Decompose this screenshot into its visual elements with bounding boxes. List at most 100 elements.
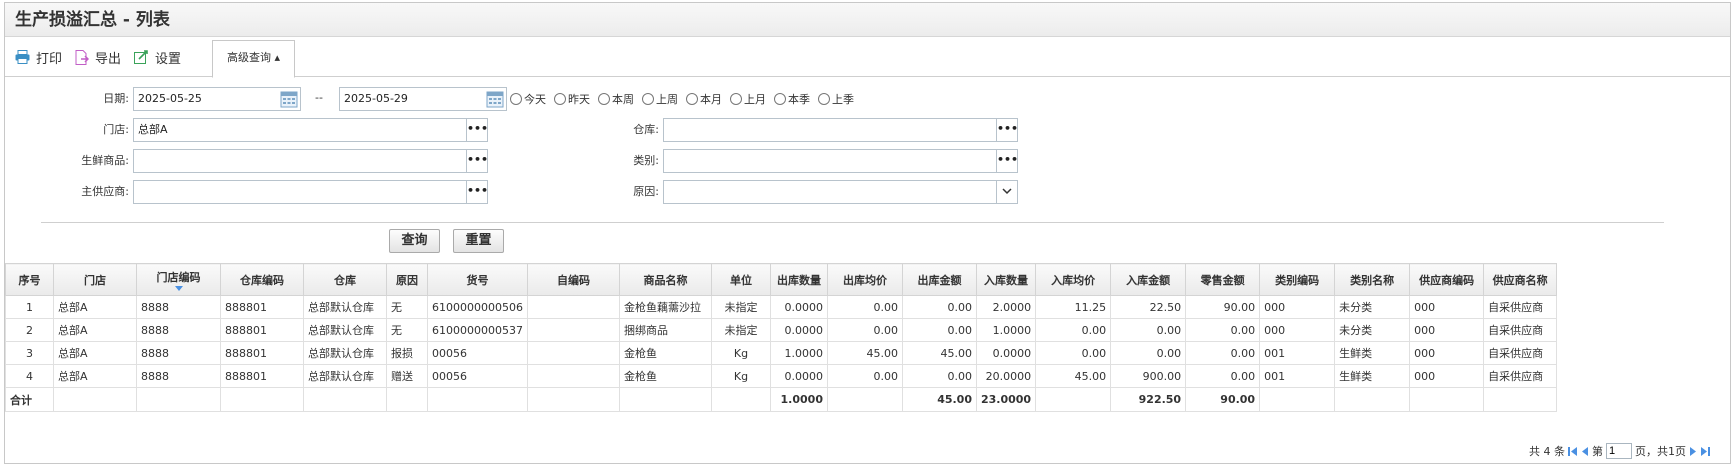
table-row[interactable]: 4 总部A 8888 888801 总部默认仓库 赠送 00056 金枪鱼 Kg 0.0000 0.… <box>5 364 1558 388</box>
page-prefix: 第 <box>1592 445 1603 458</box>
warehouse-field[interactable]: ••• <box>663 118 1018 142</box>
cell-in-avg-price: 0.00 <box>1035 341 1112 365</box>
printer-icon <box>15 50 30 64</box>
radio-today[interactable]: 今天 <box>510 91 546 107</box>
col-header[interactable]: 单位 <box>710 263 771 296</box>
settings-button[interactable]: 设置 <box>134 37 181 77</box>
col-header[interactable]: 出库均价 <box>826 263 903 296</box>
last-page-icon[interactable] <box>1701 446 1710 456</box>
cell-category-name: 生鲜类 <box>1334 341 1411 365</box>
col-header[interactable]: 自编码 <box>526 263 620 296</box>
col-header[interactable]: 序号 <box>5 263 54 296</box>
table-row[interactable]: 2 总部A 8888 888801 总部默认仓库无 6100000000537 捆绑商品 未指… <box>5 318 1558 342</box>
cell-out-avg-price: 45.00 <box>826 341 903 365</box>
cell-warehouse: 总部默认仓库 <box>303 295 387 319</box>
radio-yesterday[interactable]: 昨天 <box>554 91 590 107</box>
col-header[interactable]: 商品名称 <box>618 263 712 296</box>
reason-label: 原因: <box>633 185 659 198</box>
next-page-icon[interactable] <box>1689 446 1698 456</box>
table-row[interactable]: 1 总部A 8888 888801 总部默认仓库无 6100000000506 金枪鱼藕薷沙… <box>5 295 1558 319</box>
cell-store: 总部A <box>53 295 137 319</box>
cell-out-amount: 45.00 <box>901 341 977 365</box>
store-field[interactable]: 总部A ••• <box>133 118 488 142</box>
page-suffix: 页，共1页 <box>1635 445 1686 458</box>
total-cell: 922.50 <box>1110 387 1187 412</box>
total-cell <box>1483 387 1558 412</box>
cell-out-qty: 0.0000 <box>769 318 828 342</box>
main-window: 生产损溢汇总 - 列表 打印 导出 设置 高级查询 ▴ 日期: 2025-05-… <box>4 2 1731 464</box>
col-header[interactable]: 供应商编码 <box>1409 263 1485 296</box>
col-header[interactable]: 门店编码 <box>136 263 221 296</box>
cell-warehouse: 总部默认仓库 <box>303 318 387 342</box>
export-icon <box>75 49 89 65</box>
supplier-picker-button[interactable]: ••• <box>466 180 488 204</box>
radio-this-quarter[interactable]: 本季 <box>774 91 810 107</box>
col-header[interactable]: 供应商名称 <box>1483 263 1558 296</box>
cell-supplier-code: 000 <box>1409 364 1485 388</box>
category-picker-button[interactable]: ••• <box>996 149 1018 173</box>
warehouse-picker-button[interactable]: ••• <box>996 118 1018 142</box>
col-header[interactable]: 门店 <box>53 263 137 296</box>
col-header[interactable]: 出库数量 <box>769 263 828 296</box>
settings-icon <box>134 49 149 65</box>
cell-retail-amount: 0.00 <box>1185 318 1261 342</box>
radio-last-quarter[interactable]: 上季 <box>818 91 854 107</box>
cell-out-qty: 1.0000 <box>769 341 828 365</box>
page-number-input[interactable] <box>1606 443 1632 459</box>
first-page-icon[interactable] <box>1568 446 1577 456</box>
cell-supplier-code: 000 <box>1409 341 1485 365</box>
fresh-goods-field[interactable]: ••• <box>133 149 488 173</box>
col-header[interactable]: 入库均价 <box>1035 263 1112 296</box>
total-cell <box>220 387 304 412</box>
radio-this-week[interactable]: 本周 <box>598 91 634 107</box>
total-cell <box>427 387 528 412</box>
fresh-goods-picker-button[interactable]: ••• <box>466 149 488 173</box>
date-label: 日期: <box>103 92 129 105</box>
cell-unit: 未指定 <box>710 318 771 342</box>
col-header[interactable]: 出库金额 <box>901 263 977 296</box>
reason-select[interactable] <box>663 180 1018 204</box>
radio-last-month[interactable]: 上月 <box>730 91 766 107</box>
print-button[interactable]: 打印 <box>15 37 62 77</box>
advanced-query-tab[interactable]: 高级查询 ▴ <box>212 40 295 78</box>
cell-store-code: 8888 <box>136 364 221 388</box>
col-header[interactable]: 类别编码 <box>1259 263 1336 296</box>
total-cell: 23.0000 <box>975 387 1037 412</box>
export-button[interactable]: 导出 <box>75 37 121 77</box>
supplier-field[interactable]: ••• <box>133 180 488 204</box>
chevron-down-icon[interactable] <box>996 180 1018 204</box>
cell-category-name: 未分类 <box>1334 295 1411 319</box>
calendar-icon[interactable] <box>280 90 298 108</box>
cell-reason: 无 <box>386 295 428 319</box>
cell-reason: 报损 <box>386 341 428 365</box>
store-picker-button[interactable]: ••• <box>466 118 488 142</box>
cell-in-qty: 1.0000 <box>975 318 1037 342</box>
cell-supplier-name: 自采供应商 <box>1483 341 1558 365</box>
cell-store-code: 8888 <box>136 295 221 319</box>
radio-this-month[interactable]: 本月 <box>686 91 722 107</box>
query-button[interactable]: 查询 <box>389 229 440 253</box>
calendar-icon[interactable] <box>486 90 504 108</box>
col-header[interactable]: 入库金额 <box>1110 263 1187 296</box>
col-header[interactable]: 零售金额 <box>1185 263 1261 296</box>
prev-page-icon[interactable] <box>1580 446 1589 456</box>
col-header[interactable]: 货号 <box>427 263 528 296</box>
date-from-field[interactable]: 2025-05-25 <box>133 87 301 111</box>
cell-in-amount: 900.00 <box>1110 364 1187 388</box>
total-cell <box>1259 387 1336 412</box>
col-header[interactable]: 入库数量 <box>975 263 1037 296</box>
col-header[interactable]: 仓库 <box>303 263 387 296</box>
category-field[interactable]: ••• <box>663 149 1018 173</box>
cell-product-name: 金枪鱼 <box>618 364 712 388</box>
col-header[interactable]: 仓库编码 <box>220 263 304 296</box>
cell-category-name: 未分类 <box>1334 318 1411 342</box>
col-header[interactable]: 原因 <box>386 263 428 296</box>
cell-self-code <box>526 295 620 319</box>
category-label: 类别: <box>633 154 659 167</box>
table-row[interactable]: 3 总部A 8888 888801 总部默认仓库 报损 00056 金枪鱼 Kg 1.0000 45… <box>5 341 1558 365</box>
col-header[interactable]: 类别名称 <box>1334 263 1411 296</box>
total-cell <box>710 387 771 412</box>
date-to-field[interactable]: 2025-05-29 <box>339 87 507 111</box>
radio-last-week[interactable]: 上周 <box>642 91 678 107</box>
reset-button[interactable]: 重置 <box>453 229 504 253</box>
